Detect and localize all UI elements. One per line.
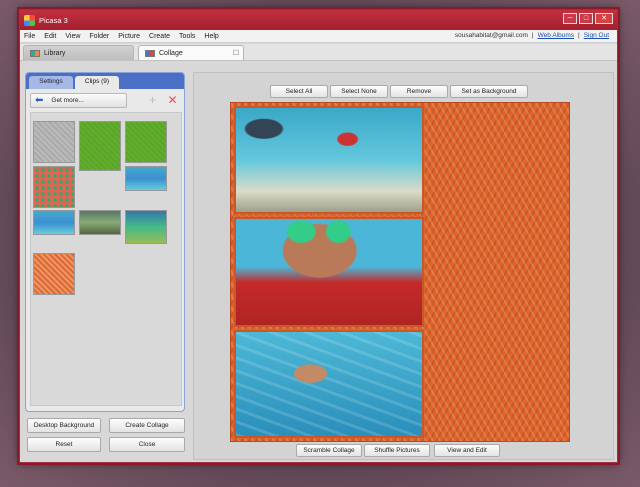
get-more-button[interactable]: ⬅ Get more...: [30, 93, 127, 108]
menu-picture[interactable]: Picture: [114, 33, 145, 40]
tab-clips[interactable]: Clips (9): [75, 76, 119, 89]
collage-icon: [145, 49, 155, 57]
menu-view[interactable]: View: [61, 33, 85, 40]
clip-thumbnail[interactable]: [79, 121, 121, 171]
close-window-button[interactable]: ✕: [595, 13, 613, 24]
collage-workspace: Select All Select None Remove Set as Bac…: [193, 72, 614, 460]
menu-bar: File Edit View Folder Picture Create Too…: [20, 30, 617, 43]
scramble-collage-button[interactable]: Scramble Collage: [296, 444, 362, 457]
collage-canvas[interactable]: [230, 102, 570, 442]
close-button[interactable]: Close: [109, 437, 185, 452]
get-more-label: Get more...: [51, 97, 84, 104]
set-as-background-button[interactable]: Set as Background: [450, 85, 528, 98]
collage-photo[interactable]: [234, 217, 424, 327]
clip-thumbnail[interactable]: [125, 210, 167, 244]
x-icon[interactable]: ✕: [166, 94, 179, 107]
view-and-edit-button[interactable]: View and Edit: [434, 444, 500, 457]
menu-folder[interactable]: Folder: [85, 33, 114, 40]
clips-grid: [30, 112, 182, 406]
panel-tabs: Settings Clips (9): [26, 73, 184, 89]
clip-thumbnail[interactable]: [33, 166, 75, 208]
web-albums-link[interactable]: Web Albums: [538, 32, 574, 39]
close-tab-icon[interactable]: ☐: [233, 49, 239, 57]
menu-tools[interactable]: Tools: [175, 33, 200, 40]
menu-create[interactable]: Create: [145, 33, 175, 40]
select-all-button[interactable]: Select All: [270, 85, 328, 98]
back-arrow-icon: ⬅: [35, 94, 44, 106]
minimize-button[interactable]: ─: [563, 13, 577, 24]
collage-side-panel: Settings Clips (9) ⬅ Get more... + ✕: [25, 72, 185, 412]
menu-edit[interactable]: Edit: [40, 33, 61, 40]
tab-strip: Library Collage ☐: [20, 44, 617, 61]
menu-help[interactable]: Help: [200, 33, 223, 40]
collage-photo[interactable]: [234, 106, 424, 214]
account-email: sousahabitat@gmail.com: [454, 32, 528, 39]
tab-collage[interactable]: Collage ☐: [138, 45, 244, 60]
create-collage-button[interactable]: Create Collage: [109, 418, 185, 433]
separator: |: [531, 32, 534, 39]
desktop-background-button[interactable]: Desktop Background: [27, 418, 101, 433]
clips-toolbar: ⬅ Get more... + ✕: [30, 93, 182, 109]
tab-library[interactable]: Library: [23, 45, 134, 60]
remove-button[interactable]: Remove: [390, 85, 448, 98]
reset-button[interactable]: Reset: [27, 437, 101, 452]
sign-out-link[interactable]: Sign Out: [584, 32, 609, 39]
window-title: Picasa 3: [39, 15, 68, 25]
title-bar[interactable]: Picasa 3 ─ □ ✕: [20, 10, 617, 30]
clip-thumbnail[interactable]: [33, 121, 75, 163]
clip-thumbnail[interactable]: [79, 210, 121, 235]
library-icon: [30, 49, 40, 57]
maximize-button[interactable]: □: [579, 13, 593, 24]
picasa-window: Picasa 3 ─ □ ✕ File Edit View Folder Pic…: [19, 9, 618, 463]
menu-file[interactable]: File: [20, 33, 40, 40]
clip-thumbnail[interactable]: [33, 210, 75, 235]
separator: |: [578, 32, 580, 39]
account-area: sousahabitat@gmail.com | Web Albums | Si…: [455, 32, 609, 39]
clip-thumbnail[interactable]: [125, 121, 167, 163]
collage-photo[interactable]: [234, 330, 424, 438]
select-none-button[interactable]: Select None: [330, 85, 388, 98]
tab-collage-label: Collage: [159, 49, 183, 57]
tab-settings[interactable]: Settings: [29, 76, 73, 89]
plus-icon[interactable]: +: [146, 94, 159, 107]
shuffle-pictures-button[interactable]: Shuffle Pictures: [364, 444, 430, 457]
clip-thumbnail[interactable]: [125, 166, 167, 191]
tab-library-label: Library: [44, 49, 66, 57]
picasa-app-icon: [24, 14, 35, 26]
clip-thumbnail[interactable]: [33, 253, 75, 295]
